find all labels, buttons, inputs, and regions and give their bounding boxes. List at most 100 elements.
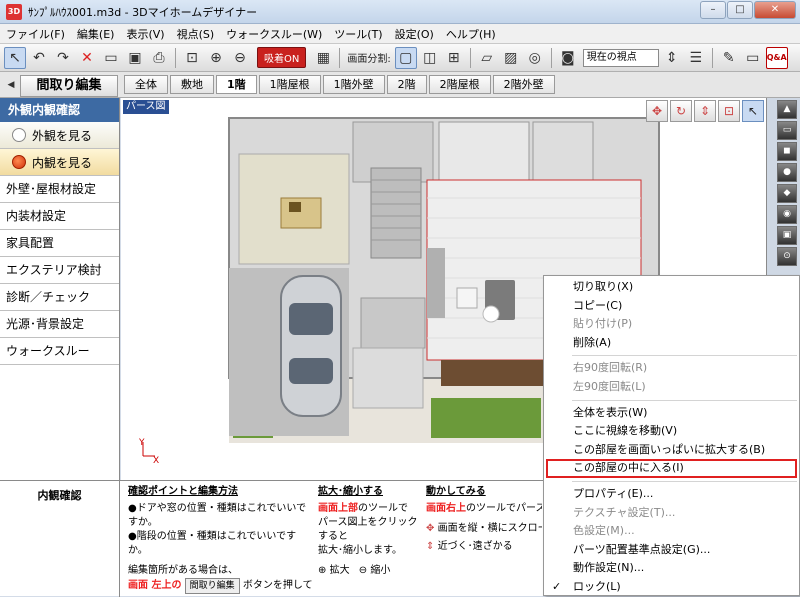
menu-item-show-all[interactable]: 全体を表示(W) xyxy=(544,404,799,423)
menu-item-move-view[interactable]: ここに視線を移動(V) xyxy=(544,422,799,441)
menu-viewpoint[interactable]: 視点(S) xyxy=(171,26,221,42)
viewpoint-select[interactable]: 現在の視点 xyxy=(582,48,659,67)
diamond-icon[interactable]: ◆ xyxy=(777,184,797,203)
menu-item-anchor[interactable]: パーツ配置基準点設定(G)... xyxy=(544,541,799,560)
pointer-icon[interactable]: ↖ xyxy=(742,100,764,122)
target-icon[interactable]: ◎ xyxy=(524,47,546,69)
panel-header: 外観内観確認 xyxy=(0,98,119,122)
tab-site[interactable]: 敷地 xyxy=(170,75,214,94)
pan-icon[interactable]: ✥ xyxy=(646,100,668,122)
delete-icon[interactable]: ✕ xyxy=(76,47,98,69)
list-icon[interactable]: ☰ xyxy=(685,47,707,69)
zoom-box-icon[interactable]: ⊡ xyxy=(718,100,740,122)
car-model xyxy=(280,275,342,417)
radio-off-icon xyxy=(12,128,26,142)
monitor-icon[interactable]: ▭ xyxy=(742,47,764,69)
menu-item-paste[interactable]: 貼り付け(P) xyxy=(544,315,799,334)
staircase xyxy=(370,167,422,259)
close-button[interactable]: ✕ xyxy=(754,1,796,19)
help-line: ●階段の位置・種類はこれでいいですか。 xyxy=(128,531,297,556)
menu-item-rotate-left[interactable]: 左90度回転(L) xyxy=(544,378,799,397)
tab-1f-roof[interactable]: 1階屋根 xyxy=(258,75,321,94)
undo-icon[interactable]: ↶ xyxy=(28,47,50,69)
menu-walkthrough[interactable]: ウォークスルー(W) xyxy=(220,26,328,42)
viewpoint-spinner-icon[interactable]: ⇕ xyxy=(661,47,683,69)
print-icon[interactable]: ⎙ xyxy=(148,47,170,69)
axis-x-label: X xyxy=(153,456,160,466)
image-icon[interactable]: ▨ xyxy=(500,47,522,69)
app-icon[interactable]: 3D xyxy=(6,3,22,20)
tab-2f-roof[interactable]: 2階屋根 xyxy=(428,75,491,94)
menu-item-action[interactable]: 動作設定(N)... xyxy=(544,559,799,578)
help-highlight: 画面 左上の xyxy=(128,580,182,591)
fit-view-icon[interactable]: ⊡ xyxy=(181,47,203,69)
tab-1f[interactable]: 1階 xyxy=(216,75,257,94)
menu-item-copy[interactable]: コピー(C) xyxy=(544,297,799,316)
exterior-material-item[interactable]: 外壁･屋根材設定 xyxy=(0,176,119,203)
split-single-icon[interactable]: ▢ xyxy=(394,46,417,69)
collapse-panel-icon[interactable]: ◀ xyxy=(4,76,18,94)
menu-item-zoom-room[interactable]: この部屋を画面いっぱいに拡大する(B) xyxy=(544,441,799,460)
tab-2f-wall[interactable]: 2階外壁 xyxy=(492,75,555,94)
menu-bar: ファイル(F) 編集(E) 表示(V) 視点(S) ウォークスルー(W) ツール… xyxy=(0,24,800,44)
dolly-icon: ⇕ xyxy=(426,541,435,552)
redo-icon[interactable]: ↷ xyxy=(52,47,74,69)
help-line: のツールで xyxy=(358,503,408,514)
help-edit-button[interactable]: 間取り編集 xyxy=(184,578,240,594)
zoom-out-icon[interactable]: ⊖ xyxy=(229,47,251,69)
qa-button[interactable]: Q&A xyxy=(765,46,788,69)
pencil-icon[interactable]: ✎ xyxy=(718,47,740,69)
open-folder-icon[interactable]: ▭ xyxy=(100,47,122,69)
menu-item-rotate-right[interactable]: 右90度回転(R) xyxy=(544,359,799,378)
help-line: 編集箇所がある場合は、 xyxy=(128,565,238,576)
render-icon[interactable]: ◉ xyxy=(777,205,797,224)
view-box-icon[interactable]: ▭ xyxy=(777,121,797,140)
adsorb-toggle-button[interactable]: 吸着ON xyxy=(257,47,307,68)
menu-item-properties[interactable]: プロパティ(E)... xyxy=(544,485,799,504)
diagnosis-item[interactable]: 診断／チェック xyxy=(0,284,119,311)
lighting-item[interactable]: 光源･背景設定 xyxy=(0,311,119,338)
exterior-view-radio[interactable]: 外観を見る xyxy=(0,122,119,149)
scroll-up-icon[interactable]: ▲ xyxy=(777,100,797,119)
help-highlight: 画面上部 xyxy=(318,503,358,514)
floorplan-edit-button[interactable]: 間取り編集 xyxy=(20,75,118,97)
select-pointer-icon[interactable]: ↖ xyxy=(4,46,26,69)
menu-edit[interactable]: 編集(E) xyxy=(71,26,121,42)
rotate-icon[interactable]: ↻ xyxy=(670,100,692,122)
split-four-icon[interactable]: ⊞ xyxy=(443,47,465,69)
menu-settings[interactable]: 設定(O) xyxy=(389,26,440,42)
help-heading: 確認ポイントと編集方法 xyxy=(128,486,238,497)
dolly-icon[interactable]: ⇕ xyxy=(694,100,716,122)
exterior-review-item[interactable]: エクステリア検討 xyxy=(0,257,119,284)
maximize-button[interactable]: □ xyxy=(727,1,753,19)
frame-icon[interactable]: ▣ xyxy=(777,226,797,245)
camera-icon[interactable]: ◙ xyxy=(557,47,579,69)
minimize-button[interactable]: – xyxy=(700,1,726,19)
menu-file[interactable]: ファイル(F) xyxy=(0,26,71,42)
menu-help[interactable]: ヘルプ(H) xyxy=(440,26,502,42)
orbit-icon[interactable]: ⊙ xyxy=(777,247,797,266)
sphere-icon[interactable]: ● xyxy=(777,163,797,182)
menu-item-lock[interactable]: ✓ ロック(L) xyxy=(544,578,799,597)
menu-item-color[interactable]: 色設定(M)... xyxy=(544,522,799,541)
tab-2f[interactable]: 2階 xyxy=(386,75,427,94)
walkthrough-item[interactable]: ウォークスルー xyxy=(0,338,119,365)
tab-1f-wall[interactable]: 1階外壁 xyxy=(322,75,385,94)
grid-icon[interactable]: ▦ xyxy=(312,47,334,69)
zoom-in-icon[interactable]: ⊕ xyxy=(205,47,227,69)
tab-all[interactable]: 全体 xyxy=(124,75,168,94)
menu-item-texture[interactable]: テクスチャ設定(T)... xyxy=(544,504,799,523)
furniture-item[interactable]: 家具配置 xyxy=(0,230,119,257)
menu-tools[interactable]: ツール(T) xyxy=(328,26,388,42)
menu-item-enter-room[interactable]: この部屋の中に入る(I) xyxy=(546,459,797,478)
menu-item-delete[interactable]: 削除(A) xyxy=(544,334,799,353)
save-icon[interactable]: ▣ xyxy=(124,47,146,69)
split-two-icon[interactable]: ◫ xyxy=(419,47,441,69)
interior-material-item[interactable]: 内装材設定 xyxy=(0,203,119,230)
interior-view-radio[interactable]: 内観を見る xyxy=(0,149,119,176)
eraser-icon[interactable]: ▱ xyxy=(476,47,498,69)
view-solid-icon[interactable]: ◼ xyxy=(777,142,797,161)
help-line: 近づく･遠ざかる xyxy=(437,541,513,552)
menu-item-cut[interactable]: 切り取り(X) xyxy=(544,278,799,297)
menu-view[interactable]: 表示(V) xyxy=(120,26,170,42)
